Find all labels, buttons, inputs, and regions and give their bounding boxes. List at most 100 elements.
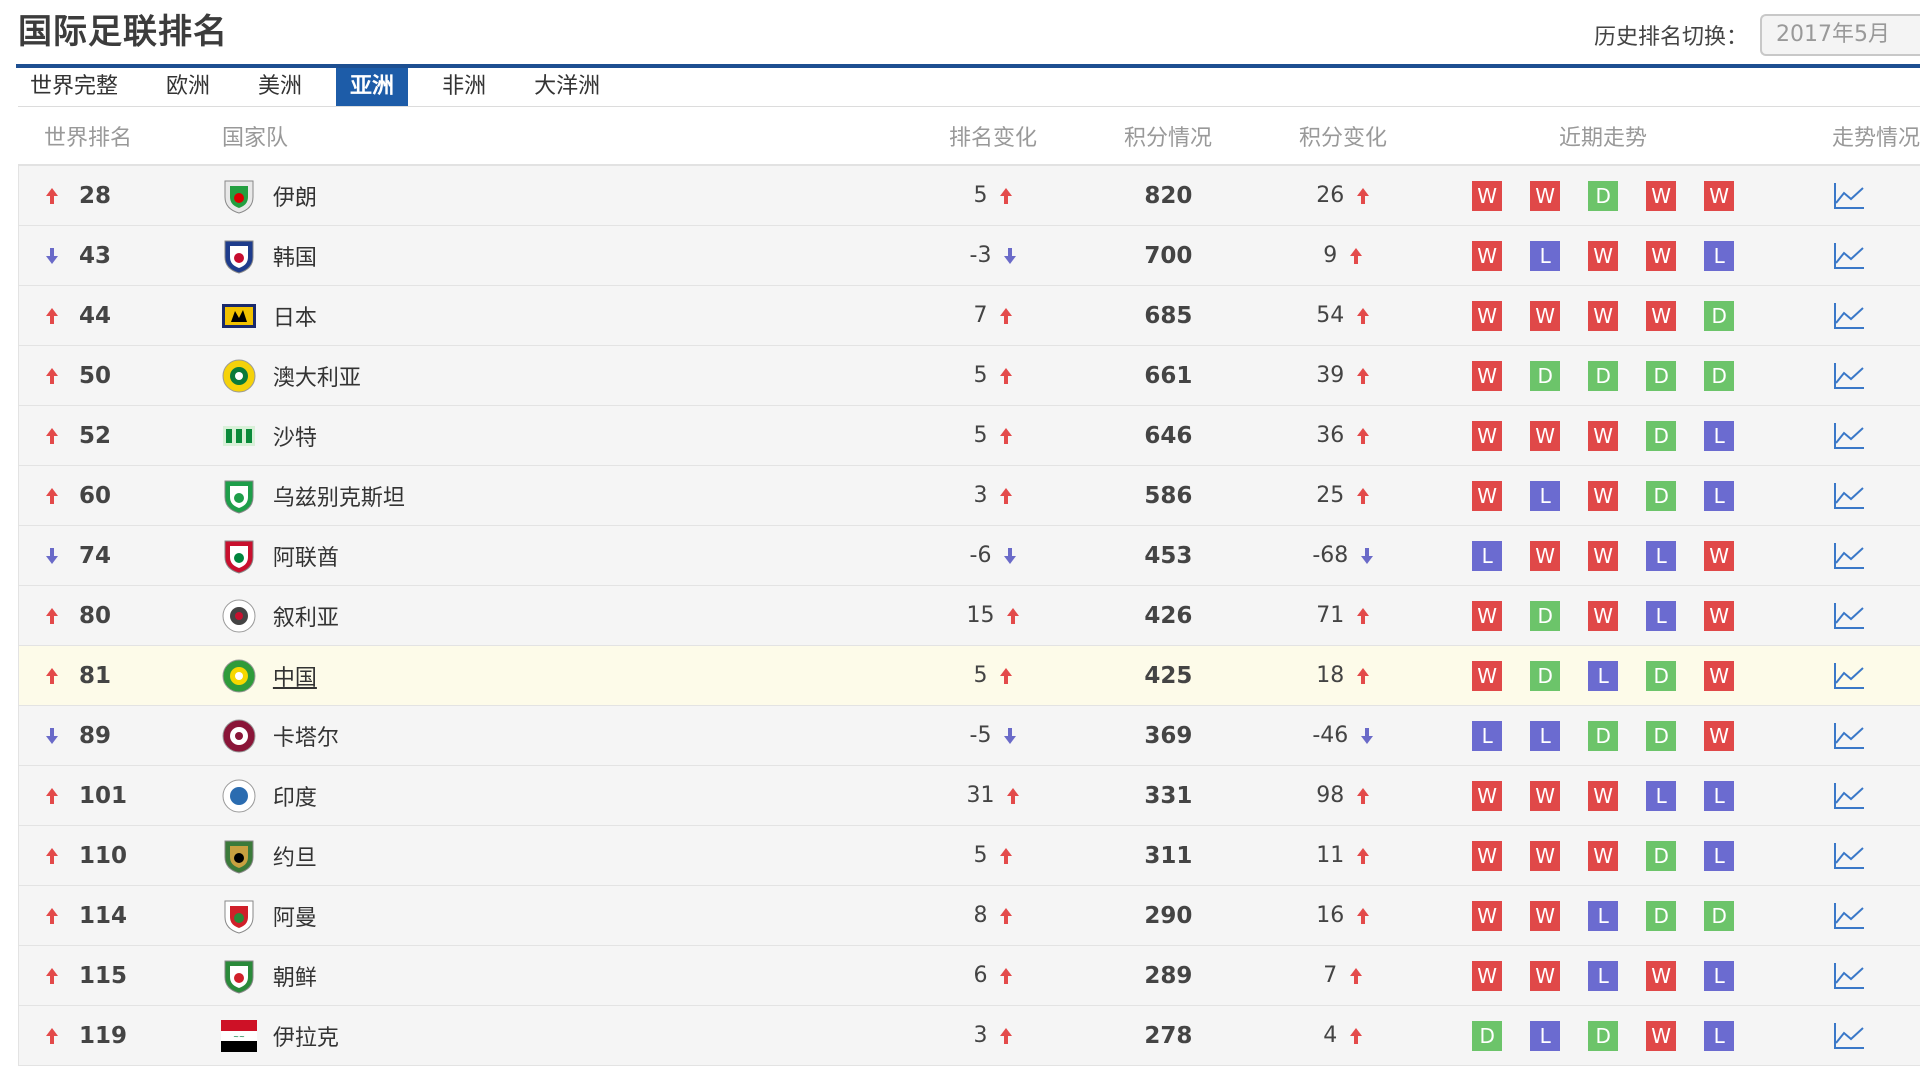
rank-cell: 115 xyxy=(19,963,219,989)
team-name[interactable]: 阿联酋 xyxy=(273,540,339,572)
trend-chart-icon[interactable] xyxy=(1832,601,1866,631)
form-badge: W xyxy=(1472,240,1503,271)
recent-form-cell: WDLDW xyxy=(1428,660,1778,691)
trend-chart-icon[interactable] xyxy=(1832,541,1866,571)
trend-chart-icon[interactable] xyxy=(1832,841,1866,871)
team-name[interactable]: 乌兹别克斯坦 xyxy=(273,480,405,512)
rank-change-value: 31 xyxy=(966,783,995,808)
rank-change-value: -5 xyxy=(969,723,992,748)
tab-1[interactable]: 欧洲 xyxy=(152,68,224,106)
trend-chart-icon[interactable] xyxy=(1832,1021,1866,1051)
points-change-cell: 98 xyxy=(1258,783,1428,808)
trend-chart-icon[interactable] xyxy=(1832,241,1866,271)
points-change-value: -46 xyxy=(1312,723,1349,748)
arrow-up-icon xyxy=(999,307,1013,325)
table-row[interactable]: 44 日本 7 685 54 WWWWD xyxy=(18,286,1920,346)
table-row[interactable]: 101 印度 31 331 98 WWWLL xyxy=(18,766,1920,826)
table-row[interactable]: 110 约旦 5 311 11 WWWDL xyxy=(18,826,1920,886)
rank-change-cell: 6 xyxy=(909,963,1079,988)
team-cell: 阿联酋 xyxy=(219,536,909,576)
trend-cell xyxy=(1778,721,1920,751)
form-badge: L xyxy=(1530,1020,1561,1051)
trend-cell xyxy=(1778,1021,1920,1051)
rank-change-cell: -6 xyxy=(909,543,1079,568)
trend-chart-icon[interactable] xyxy=(1832,361,1866,391)
tab-5[interactable]: 大洋洲 xyxy=(520,68,614,106)
team-cell: 朝鲜 xyxy=(219,956,909,996)
table-row[interactable]: 28 伊朗 5 820 26 WWDWW xyxy=(18,166,1920,226)
arrow-up-icon xyxy=(45,967,59,985)
points-change-value: 18 xyxy=(1316,663,1345,688)
team-name[interactable]: 日本 xyxy=(273,300,317,332)
table-row[interactable]: 89 卡塔尔 -5 369 -46 LLDDW xyxy=(18,706,1920,766)
arrow-down-icon xyxy=(1360,547,1374,565)
arrow-down-icon xyxy=(45,247,59,265)
tab-0[interactable]: 世界完整 xyxy=(16,68,132,106)
rank-change-cell: 5 xyxy=(909,183,1079,208)
trend-chart-icon[interactable] xyxy=(1832,721,1866,751)
world-rank: 119 xyxy=(79,1022,128,1049)
table-row[interactable]: 50 澳大利亚 5 661 39 WDDDD xyxy=(18,346,1920,406)
team-name[interactable]: 叙利亚 xyxy=(273,600,339,632)
table-row[interactable]: 80 叙利亚 15 426 71 WDWLW xyxy=(18,586,1920,646)
team-name[interactable]: 阿曼 xyxy=(273,900,317,932)
team-name[interactable]: 印度 xyxy=(273,780,317,812)
team-name[interactable]: 朝鲜 xyxy=(273,960,317,992)
arrow-up-icon xyxy=(45,427,59,445)
form-badge: D xyxy=(1646,420,1677,451)
table-row[interactable]: 60 乌兹别克斯坦 3 586 25 WLWDL xyxy=(18,466,1920,526)
team-name[interactable]: 约旦 xyxy=(273,840,317,872)
form-badge: W xyxy=(1530,180,1561,211)
points-change-cell: 4 xyxy=(1258,1023,1428,1048)
team-name[interactable]: 中国 xyxy=(273,660,317,692)
points-value: 369 xyxy=(1144,722,1193,749)
team-name[interactable]: 伊拉克 xyxy=(273,1020,339,1052)
trend-chart-icon[interactable] xyxy=(1832,661,1866,691)
arrow-up-icon xyxy=(1349,1027,1363,1045)
table-row[interactable]: 74 阿联酋 -6 453 -68 LWWLW xyxy=(18,526,1920,586)
tab-3[interactable]: 亚洲 xyxy=(336,68,409,106)
tab-2[interactable]: 美洲 xyxy=(244,68,316,106)
table-row[interactable]: 81 中国 5 425 18 WDLDW xyxy=(18,646,1920,706)
form-badge: W xyxy=(1530,300,1561,331)
team-cell: 卡塔尔 xyxy=(219,716,909,756)
col-points-change-header: 积分变化 xyxy=(1298,125,1387,151)
team-cell: 印度 xyxy=(219,776,909,816)
trend-cell xyxy=(1778,361,1920,391)
trend-chart-icon[interactable] xyxy=(1832,301,1866,331)
trend-chart-icon[interactable] xyxy=(1832,181,1866,211)
form-badge: W xyxy=(1704,720,1735,751)
history-select[interactable]: 2017年5月 xyxy=(1760,14,1920,56)
form-badge: D xyxy=(1646,360,1677,391)
points-cell: 290 xyxy=(1078,903,1258,929)
trend-chart-icon[interactable] xyxy=(1832,481,1866,511)
points-change-cell: 11 xyxy=(1258,843,1428,868)
trend-chart-icon[interactable] xyxy=(1832,421,1866,451)
world-rank: 60 xyxy=(79,482,112,509)
team-name[interactable]: 卡塔尔 xyxy=(273,720,339,752)
form-badge: L xyxy=(1472,540,1503,571)
team-cell: ~~ 伊拉克 xyxy=(219,1016,909,1056)
trend-chart-icon[interactable] xyxy=(1832,961,1866,991)
trend-chart-icon[interactable] xyxy=(1832,901,1866,931)
trend-chart-icon[interactable] xyxy=(1832,781,1866,811)
table-row[interactable]: 43 韩国 -3 700 9 WLWWL xyxy=(18,226,1920,286)
team-name[interactable]: 伊朗 xyxy=(273,180,317,212)
team-name[interactable]: 沙特 xyxy=(273,420,317,452)
rank-change-value: 5 xyxy=(973,663,988,688)
table-row[interactable]: 114 阿曼 8 290 16 WWLDD xyxy=(18,886,1920,946)
rank-cell: 89 xyxy=(19,723,219,749)
table-row[interactable]: 52 沙特 5 646 36 WWWDL xyxy=(18,406,1920,466)
points-value: 700 xyxy=(1144,242,1193,269)
team-name[interactable]: 韩国 xyxy=(273,240,317,272)
rank-cell: 52 xyxy=(19,423,219,449)
arrow-up-icon xyxy=(999,1027,1013,1045)
points-change-value: -68 xyxy=(1312,543,1349,568)
table-row[interactable]: 119 ~~ 伊拉克 3 278 4 DLDWL xyxy=(18,1006,1920,1066)
rank-change-value: 8 xyxy=(973,903,988,928)
arrow-up-icon xyxy=(45,907,59,925)
tab-4[interactable]: 非洲 xyxy=(428,68,500,106)
col-form-header: 近期走势 xyxy=(1558,125,1647,151)
table-row[interactable]: 115 朝鲜 6 289 7 WWLWL xyxy=(18,946,1920,1006)
team-name[interactable]: 澳大利亚 xyxy=(273,360,361,392)
